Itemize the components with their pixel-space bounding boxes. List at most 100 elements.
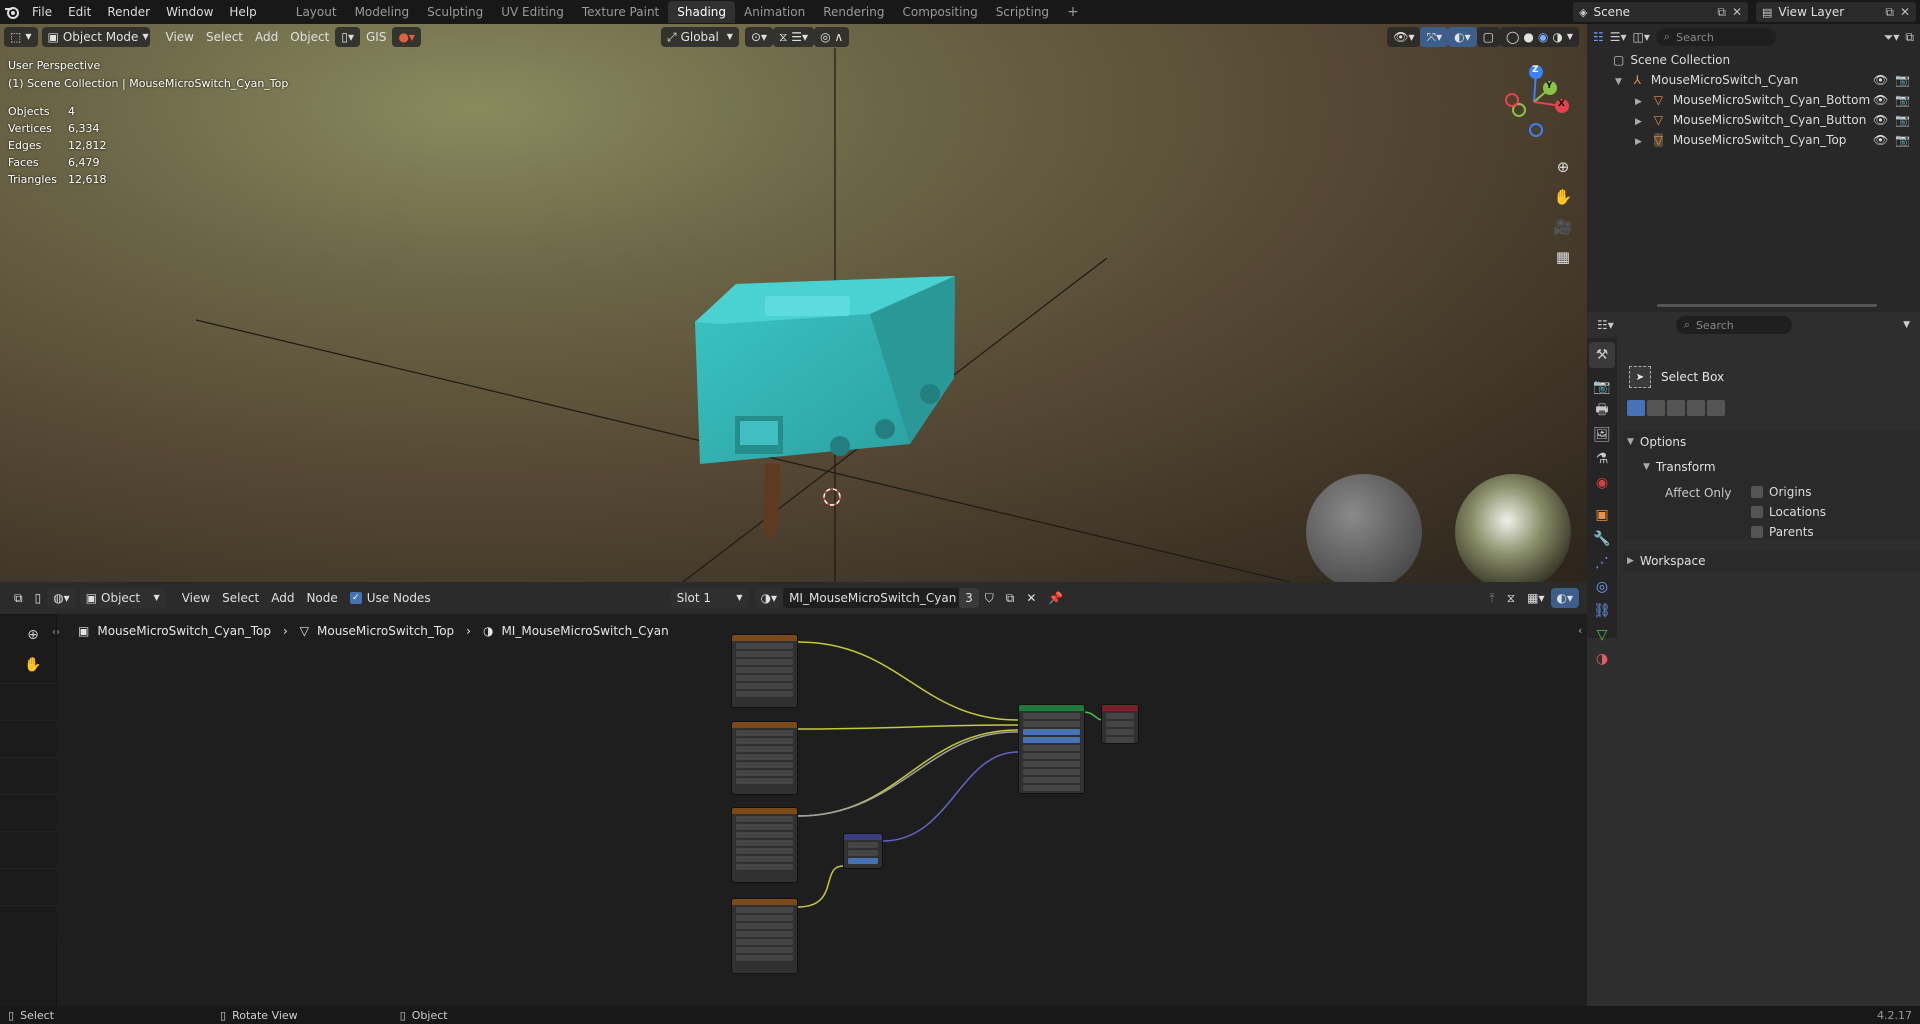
view-layer-tab-icon[interactable]: 🖼: [1589, 422, 1615, 448]
tab-layout[interactable]: Layout: [287, 1, 346, 23]
camera-render-icon[interactable]: 📷: [1895, 70, 1910, 90]
gizmo-button[interactable]: ⤧▾: [1420, 27, 1449, 47]
tree-row-object[interactable]: ▶ ▽ MouseMicroSwitch_Cyan_Bottom 👁 📷: [1587, 90, 1920, 110]
wireframe-shading-icon[interactable]: ◯: [1506, 27, 1519, 47]
solid-shading-icon[interactable]: ●: [1523, 27, 1533, 47]
xray-button[interactable]: ▢: [1476, 27, 1500, 47]
tab-sculpting[interactable]: Sculpting: [418, 1, 492, 23]
world-tab-icon[interactable]: ◉: [1589, 470, 1615, 496]
scene-selector[interactable]: ◈ Scene ⧉ ✕: [1573, 2, 1748, 22]
tree-row-scene-collection[interactable]: ▢ Scene Collection: [1587, 50, 1920, 70]
output-tab-icon[interactable]: 🖶: [1589, 398, 1615, 424]
physics-tab-icon[interactable]: ◎: [1589, 574, 1615, 600]
chevron-down-icon[interactable]: ▼: [1615, 77, 1622, 87]
extend-selection-icon[interactable]: [1647, 400, 1665, 416]
tree-row-object[interactable]: ▶ ▽ MouseMicroSwitch_Cyan_Top 👁 📷: [1587, 130, 1920, 150]
properties-search-field[interactable]: ⌕ Search: [1675, 316, 1792, 334]
render-tab-icon[interactable]: 📷: [1589, 374, 1615, 400]
camera-render-icon[interactable]: 📷: [1895, 130, 1910, 150]
normal-map-node[interactable]: [843, 833, 883, 869]
snap-toggle[interactable]: ▯▾: [335, 27, 360, 47]
object-tab-icon[interactable]: ▣: [1589, 502, 1615, 528]
origins-checkbox[interactable]: Origins: [1751, 485, 1812, 499]
overlays-button[interactable]: ◐▾: [1448, 27, 1477, 47]
object-mode-dropdown[interactable]: ▣ Object Mode ▼: [41, 27, 150, 47]
perspective-grid-icon[interactable]: ▦: [1551, 245, 1575, 269]
visibility-button[interactable]: 👁▾: [1387, 27, 1421, 47]
chevron-down-icon[interactable]: ▼: [1903, 320, 1910, 330]
add-workspace-button[interactable]: +: [1058, 1, 1088, 23]
eye-icon[interactable]: 👁: [1873, 70, 1888, 90]
particles-tab-icon[interactable]: ⋰: [1589, 550, 1615, 576]
chevron-right-icon[interactable]: ▶: [1635, 117, 1642, 127]
display-mode-icon[interactable]: ☰▾: [1610, 30, 1627, 44]
image-texture-node[interactable]: [731, 807, 798, 883]
menu-file[interactable]: File: [24, 0, 60, 24]
material-tab-icon[interactable]: ◑: [1589, 646, 1615, 672]
viewport-menu-select[interactable]: Select: [200, 27, 249, 47]
menu-window[interactable]: Window: [158, 0, 221, 24]
outliner-search-field[interactable]: ⌕ Search: [1655, 28, 1776, 46]
tab-rendering[interactable]: Rendering: [814, 1, 893, 23]
filter-icon[interactable]: ⏷▾: [1884, 30, 1900, 45]
chevron-right-icon[interactable]: ▶: [1635, 137, 1642, 147]
new-collection-icon[interactable]: ⧉: [1905, 30, 1914, 45]
close-icon[interactable]: ✕: [1732, 5, 1742, 19]
pan-hand-icon[interactable]: ✋: [1551, 185, 1575, 209]
copy-icon[interactable]: ⧉: [1717, 5, 1726, 20]
tab-compositing[interactable]: Compositing: [893, 1, 986, 23]
tab-uv-editing[interactable]: UV Editing: [492, 1, 573, 23]
image-texture-node[interactable]: [731, 634, 798, 708]
transform-subpanel-header[interactable]: ▼ Transform: [1643, 457, 1716, 477]
camera-render-icon[interactable]: 📷: [1895, 110, 1910, 130]
filter-layer-icon[interactable]: ◫▾: [1633, 30, 1650, 44]
material-shading-icon[interactable]: ◉: [1538, 27, 1548, 47]
workspace-panel-header[interactable]: ▶ Workspace: [1623, 550, 1920, 572]
invert-selection-icon[interactable]: [1687, 400, 1705, 416]
sidebar-toggle-arrow-icon[interactable]: ‹: [1578, 624, 1582, 637]
constraints-tab-icon[interactable]: ⛓: [1589, 598, 1615, 624]
active-tool-row[interactable]: ➤ Select Box: [1629, 366, 1724, 388]
tab-shading[interactable]: Shading: [668, 1, 735, 23]
camera-view-icon[interactable]: 🎥: [1551, 215, 1575, 239]
principled-bsdf-node[interactable]: [1018, 704, 1085, 794]
pivot-point-button[interactable]: ⊙▾: [744, 27, 774, 47]
tool-tab-icon[interactable]: ⚒: [1589, 342, 1615, 368]
tree-row-object[interactable]: ▶ ▽ MouseMicroSwitch_Cyan_Button 👁 📷: [1587, 110, 1920, 130]
parents-checkbox[interactable]: Parents: [1751, 525, 1814, 539]
rendered-shading-icon[interactable]: ◑: [1552, 27, 1562, 47]
tree-row-collection[interactable]: ▼ ⅄ MouseMicroSwitch_Cyan 👁 📷: [1587, 70, 1920, 90]
outliner-editor-icon[interactable]: ☷: [1593, 30, 1604, 44]
viewport-menu-view[interactable]: View: [160, 27, 200, 47]
intersect-selection-icon[interactable]: [1707, 400, 1725, 416]
tab-animation[interactable]: Animation: [735, 1, 814, 23]
properties-editor-icon[interactable]: ☷▾: [1597, 318, 1614, 332]
shading-modes[interactable]: ◯ ● ◉ ◑ ▼: [1499, 27, 1579, 47]
set-selection-icon[interactable]: [1627, 400, 1645, 416]
gis-icon[interactable]: ●▾: [392, 27, 421, 47]
eye-icon[interactable]: 👁: [1873, 90, 1888, 110]
navigation-gizmo[interactable]: Z Y X: [1494, 62, 1574, 142]
shader-node-editor[interactable]: ⧉ ▯ ◍▾ ▣ Object ▼ View Select Add Node ✓…: [0, 582, 1587, 1014]
menu-edit[interactable]: Edit: [60, 0, 99, 24]
close-icon[interactable]: ✕: [1900, 5, 1910, 19]
locations-checkbox[interactable]: Locations: [1751, 505, 1826, 519]
proportional-editing-button[interactable]: ◎ ∧: [814, 27, 850, 47]
view-layer-selector[interactable]: ▤ View Layer ⧉ ✕: [1756, 2, 1916, 22]
viewport-menu-object[interactable]: Object: [284, 27, 335, 47]
subtract-selection-icon[interactable]: [1667, 400, 1685, 416]
options-panel-header[interactable]: ▼ Options: [1627, 432, 1686, 452]
tab-scripting[interactable]: Scripting: [987, 1, 1058, 23]
viewport-menu-add[interactable]: Add: [249, 27, 284, 47]
eye-icon[interactable]: 👁: [1873, 110, 1888, 130]
copy-icon[interactable]: ⧉: [1885, 5, 1894, 20]
menu-render[interactable]: Render: [99, 0, 158, 24]
tab-texture-paint[interactable]: Texture Paint: [573, 1, 668, 23]
outliner-scrollbar[interactable]: [1657, 304, 1877, 307]
scene-tab-icon[interactable]: ⚗: [1589, 446, 1615, 472]
camera-render-icon[interactable]: 📷: [1895, 90, 1910, 110]
blender-logo-icon[interactable]: [0, 0, 24, 24]
zoom-icon[interactable]: ⊕: [1551, 155, 1575, 179]
image-texture-node[interactable]: [731, 721, 798, 795]
modifier-tab-icon[interactable]: 🔧: [1589, 526, 1615, 552]
